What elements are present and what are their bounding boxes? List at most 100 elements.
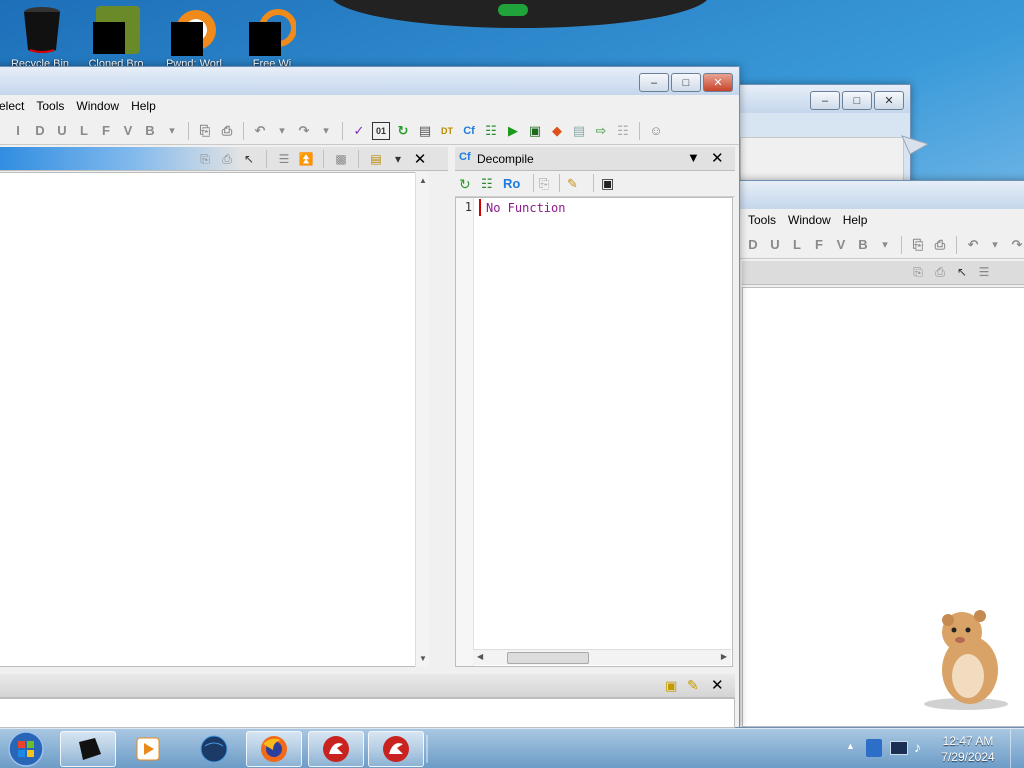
- menu-window[interactable]: Window: [70, 99, 125, 113]
- desktop-icon-recycle-bin[interactable]: Recycle Bin: [0, 2, 80, 70]
- cursor-select-icon[interactable]: ↖: [241, 151, 257, 167]
- navigate-icon[interactable]: ⏫: [298, 151, 314, 167]
- listing-view[interactable]: [0, 172, 429, 667]
- window-titlebar[interactable]: [736, 181, 1024, 209]
- redo-icon[interactable]: ↷: [1008, 236, 1024, 254]
- minimize-button[interactable]: –: [810, 91, 840, 110]
- toolbar-letter-f[interactable]: F: [810, 236, 828, 254]
- decompile-code-line[interactable]: No Function: [486, 201, 565, 215]
- codebrowser-window[interactable]: – □ ✕ elect Tools Window Help I D U L F …: [0, 66, 740, 728]
- show-desktop-button[interactable]: [1010, 729, 1024, 768]
- snapshot-icon[interactable]: ▣: [601, 175, 614, 192]
- copy-icon[interactable]: ⎘: [909, 236, 927, 254]
- decompile-icon[interactable]: Cf: [460, 122, 478, 140]
- taskbar-button-media-player[interactable]: [120, 731, 176, 767]
- paste-icon[interactable]: ⎙: [931, 236, 949, 254]
- decompile-horizontal-scrollbar[interactable]: ◀ ▶: [473, 649, 731, 665]
- toolbar-letter-l[interactable]: L: [75, 122, 93, 140]
- cursor-select-icon[interactable]: ↖: [954, 264, 970, 280]
- diamond-icon[interactable]: ◆: [548, 122, 566, 140]
- desktop-icon-pwnd[interactable]: Pwnd: Worl: [154, 2, 234, 70]
- toolbar-letter-l[interactable]: L: [788, 236, 806, 254]
- list-icon[interactable]: ▤: [416, 122, 434, 140]
- function-graph-icon[interactable]: ☷: [482, 122, 500, 140]
- options-icon[interactable]: ▤: [368, 151, 384, 167]
- datatype-icon[interactable]: DT: [438, 122, 456, 140]
- decompile-view[interactable]: 1 No Function: [455, 197, 733, 667]
- menu-select[interactable]: elect: [0, 99, 30, 113]
- desktop-icon-free-wi[interactable]: Free Wi: [232, 2, 312, 70]
- chevron-down-icon[interactable]: ▾: [876, 236, 894, 254]
- chevron-down-icon[interactable]: ▾: [317, 122, 335, 140]
- toolbar-letter-d[interactable]: D: [31, 122, 49, 140]
- ro-toggle-button[interactable]: Ro: [503, 176, 520, 191]
- chip-icon[interactable]: ▣: [526, 122, 544, 140]
- toolbar-letter-u[interactable]: U: [766, 236, 784, 254]
- minimize-button[interactable]: –: [639, 73, 669, 92]
- paste-icon[interactable]: ⎙: [218, 122, 236, 140]
- tree-icon[interactable]: ☷: [614, 122, 632, 140]
- toolbar-letter-u[interactable]: U: [53, 122, 71, 140]
- desktop-icon-cloned-bro[interactable]: Cloned Bro: [76, 2, 156, 70]
- run-icon[interactable]: ▶: [504, 122, 522, 140]
- maximize-button[interactable]: □: [671, 73, 701, 92]
- taskbar-button-console[interactable]: [60, 731, 116, 767]
- close-pane-icon[interactable]: ✕: [711, 149, 724, 167]
- close-button[interactable]: ✕: [874, 91, 904, 110]
- chevron-down-icon[interactable]: ▾: [986, 236, 1004, 254]
- maximize-button[interactable]: □: [842, 91, 872, 110]
- taskbar-button-ghidra-1[interactable]: [308, 731, 364, 767]
- system-clock[interactable]: 12:47 AM 7/29/2024: [938, 733, 998, 765]
- taskbar-button-ghidra-2[interactable]: [368, 731, 424, 767]
- display-tray-icon[interactable]: [890, 741, 908, 755]
- window-titlebar[interactable]: – □ ✕: [736, 85, 910, 113]
- function-graph-icon[interactable]: ☷: [481, 176, 493, 192]
- paste-icon[interactable]: ⎙: [219, 151, 235, 167]
- chevron-down-icon[interactable]: ▾: [163, 122, 181, 140]
- copy-icon[interactable]: ⎘: [539, 176, 549, 192]
- menu-help[interactable]: Help: [125, 99, 162, 113]
- chevron-down-icon[interactable]: ▾: [390, 151, 406, 167]
- speaker-icon[interactable]: ♪: [914, 739, 921, 755]
- snapshot-icon[interactable]: ▩: [333, 151, 349, 167]
- menu-tools[interactable]: Tools: [30, 99, 70, 113]
- field-format-icon[interactable]: ☰: [976, 264, 992, 280]
- window-titlebar[interactable]: – □ ✕: [0, 67, 739, 95]
- bytes-icon[interactable]: 01: [372, 121, 390, 140]
- refresh-icon[interactable]: ↻: [394, 122, 412, 140]
- toolbar-letter-b[interactable]: B: [854, 236, 872, 254]
- refresh-icon[interactable]: ↻: [459, 176, 471, 193]
- undo-icon[interactable]: ↶: [964, 236, 982, 254]
- export-icon[interactable]: ⇨: [592, 122, 610, 140]
- toolbar-letter-i[interactable]: I: [9, 122, 27, 140]
- show-hidden-icons-button[interactable]: ▲: [846, 741, 855, 751]
- copy-icon[interactable]: ⎘: [910, 264, 926, 280]
- edit-icon[interactable]: ✎: [567, 176, 578, 192]
- close-pane-icon[interactable]: ✕: [711, 676, 724, 694]
- menu-window[interactable]: Window: [782, 213, 837, 227]
- start-button[interactable]: [6, 730, 46, 768]
- copy-icon[interactable]: ⎘: [197, 151, 213, 167]
- toolbar-letter-b[interactable]: B: [141, 122, 159, 140]
- check-icon[interactable]: ✓: [350, 122, 368, 140]
- menu-help[interactable]: Help: [837, 213, 874, 227]
- clear-icon[interactable]: ✎: [687, 677, 699, 694]
- network-tray-icon[interactable]: [866, 739, 882, 757]
- help-icon[interactable]: ☺: [647, 122, 665, 140]
- console-view[interactable]: [0, 698, 735, 728]
- toolbar-letter-f[interactable]: F: [97, 122, 115, 140]
- redo-icon[interactable]: ↷: [295, 122, 313, 140]
- chevron-down-icon[interactable]: ▼: [687, 150, 700, 165]
- background-window-small[interactable]: – □ ✕: [735, 84, 911, 195]
- listing-vertical-scrollbar[interactable]: ▲ ▼: [415, 172, 429, 667]
- scrollbar-thumb[interactable]: [507, 652, 589, 664]
- document-icon[interactable]: ▤: [570, 122, 588, 140]
- taskbar-button-globe[interactable]: [186, 731, 242, 767]
- paste-icon[interactable]: ⎙: [932, 264, 948, 280]
- toolbar-letter-d[interactable]: D: [744, 236, 762, 254]
- close-button[interactable]: ✕: [703, 73, 733, 92]
- lock-icon[interactable]: ▣: [665, 678, 677, 694]
- chevron-down-icon[interactable]: ▾: [273, 122, 291, 140]
- toolbar-letter-v[interactable]: V: [832, 236, 850, 254]
- menu-tools[interactable]: Tools: [742, 213, 782, 227]
